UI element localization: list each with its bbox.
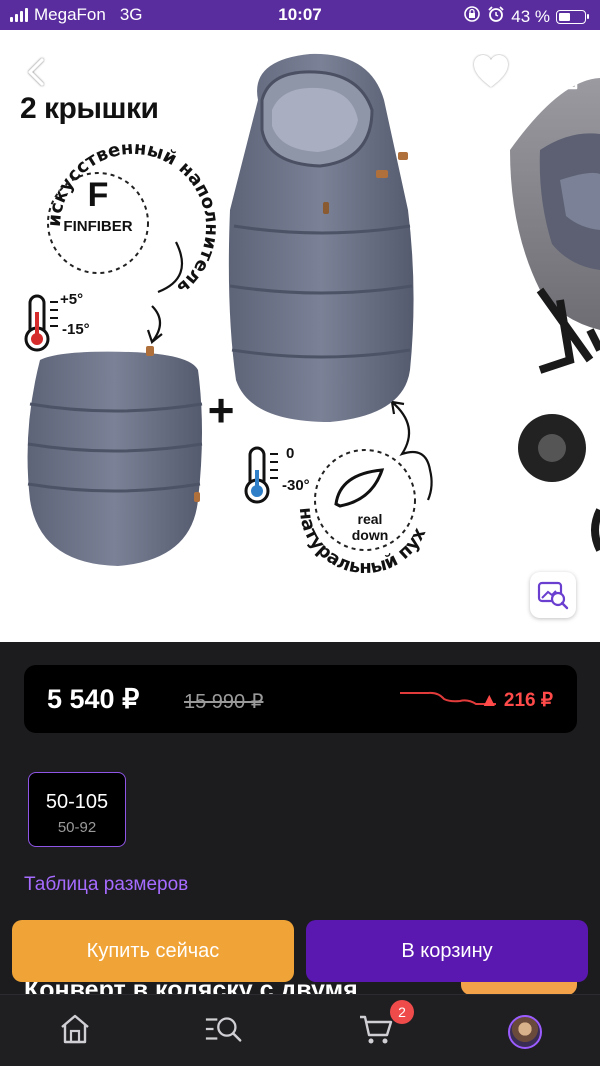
warm-range-top: +5° <box>60 291 83 308</box>
footmuff-small <box>27 346 203 566</box>
rotation-lock-icon <box>463 5 481 28</box>
cart-icon <box>360 1015 393 1044</box>
feather-icon <box>334 468 385 508</box>
plus-sign: + <box>208 384 235 436</box>
warm-range-bottom: -15° <box>62 321 90 338</box>
home-icon <box>61 1014 89 1044</box>
price-change: ▲ 216 ₽ <box>479 690 553 711</box>
cold-range-bottom: -30° <box>282 477 310 494</box>
stroller-image <box>510 78 600 552</box>
thermometer-warm-icon <box>24 294 58 352</box>
arrow-icon <box>146 241 184 345</box>
alarm-icon <box>487 5 505 28</box>
down-label-2: down <box>352 527 389 543</box>
back-button[interactable] <box>20 56 52 88</box>
nav-home[interactable] <box>55 1009 95 1049</box>
image-search-button[interactable] <box>530 572 576 618</box>
buy-now-button[interactable]: Купить сейчас <box>12 920 294 982</box>
cold-range-top: 0 <box>286 445 294 462</box>
nav-catalog[interactable] <box>204 1009 244 1049</box>
share-button[interactable] <box>546 52 582 92</box>
favorite-button[interactable] <box>472 54 510 90</box>
status-right: 43 % <box>463 5 589 28</box>
product-image-gallery[interactable]: + искусственный наполнитель F FINFIBER +… <box>0 30 600 642</box>
filler-brand: FINFIBER <box>63 218 132 235</box>
bottom-nav: 2 <box>0 994 600 1066</box>
down-label-1: real <box>358 511 383 527</box>
image-search-icon <box>537 581 569 610</box>
catalog-search-icon <box>205 1017 242 1042</box>
status-bar: MegaFon 3G 10:07 43 % <box>0 0 600 30</box>
size-label: 50-105 <box>45 791 109 813</box>
footmuff-large <box>228 53 414 423</box>
old-price: 15 990 ₽ <box>184 691 264 713</box>
share-icon <box>550 53 578 90</box>
add-to-cart-button[interactable]: В корзину <box>306 920 588 982</box>
battery-percent: 43 % <box>511 6 550 26</box>
filler-mark: F <box>88 176 109 214</box>
chevron-left-icon <box>28 58 44 86</box>
size-table-link[interactable]: Таблица размеров <box>24 874 188 896</box>
profile-avatar[interactable] <box>508 1015 542 1049</box>
price-card[interactable]: 5 540 ₽ 15 990 ₽ ▲ 216 ₽ <box>24 665 577 733</box>
battery-icon <box>556 9 589 24</box>
gallery-caption: 2 крышки <box>20 92 159 125</box>
cart-count-badge: 2 <box>390 1000 414 1024</box>
size-option-selected[interactable]: 50-105 50-92 <box>28 772 126 847</box>
heart-icon <box>474 55 508 87</box>
product-screen: { "status_bar": { "carrier": "MegaFon", … <box>0 0 600 1066</box>
current-price: 5 540 ₽ <box>47 684 140 714</box>
size-sublabel: 50-92 <box>57 819 97 836</box>
thermometer-cold-icon <box>244 446 278 504</box>
